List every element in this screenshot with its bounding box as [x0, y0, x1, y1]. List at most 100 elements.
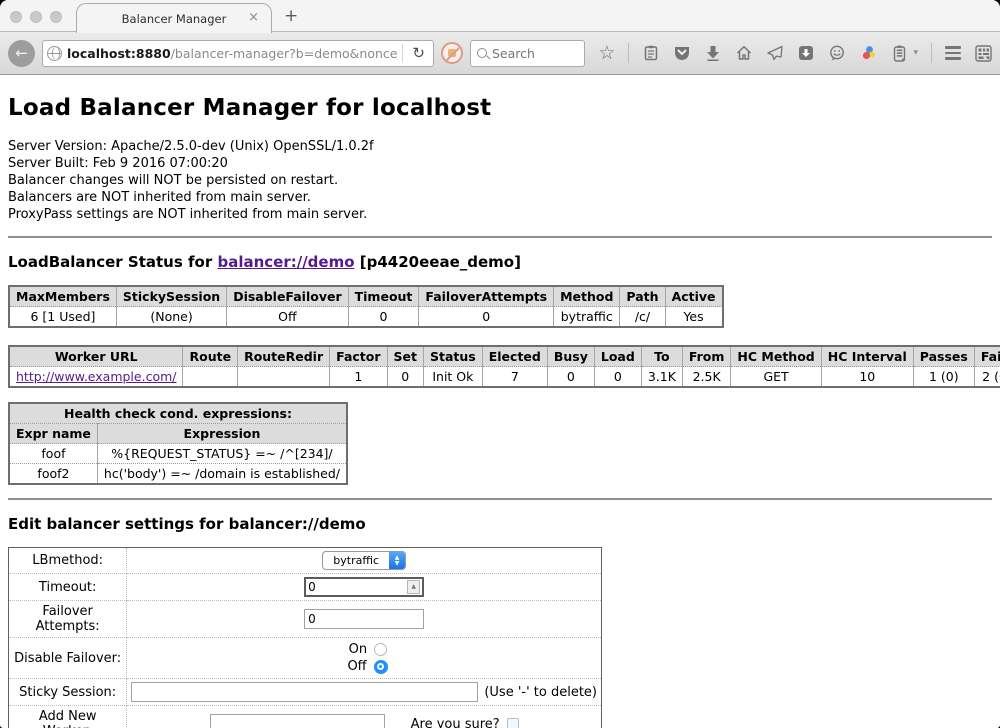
edit-balancer-form: LBmethod: bytraffic ▲▼ Timeout: 0 ▲ [8, 547, 602, 728]
search-bar[interactable] [470, 40, 585, 67]
balancer-status-table: MaxMembers StickySession DisableFailover… [8, 285, 724, 328]
url-text[interactable]: localhost:8880/balancer-manager?b=demo&n… [67, 46, 397, 61]
failover-on-radio[interactable] [374, 643, 387, 656]
tab-close-icon[interactable]: × [248, 11, 259, 24]
home-icon[interactable] [735, 44, 753, 62]
col-worker-url: Worker URL [9, 346, 183, 367]
add-worker-input[interactable] [210, 714, 385, 728]
cell-set: 0 [387, 367, 423, 388]
cell-active: Yes [665, 307, 722, 328]
cell-passes: 1 (0) [913, 367, 974, 388]
tab-grid-icon[interactable] [974, 44, 992, 62]
navigation-toolbar: ← localhost:8880/balancer-manager?b=demo… [0, 32, 1000, 75]
form-row-sticky-session: Sticky Session: (Use '-' to delete) [9, 679, 602, 706]
menu-hamburger-icon[interactable] [945, 46, 961, 60]
lbmethod-selected-value: bytraffic [323, 554, 389, 567]
col-active: Active [665, 286, 722, 307]
number-spinner-icon[interactable]: ▲ [407, 580, 420, 594]
cell-failoverattempts: 0 [419, 307, 554, 328]
page-title: Load Balancer Manager for localhost [8, 95, 992, 121]
cell-from: 2.5K [682, 367, 731, 388]
url-bar[interactable]: localhost:8880/balancer-manager?b=demo&n… [42, 40, 434, 67]
lbmethod-select[interactable]: bytraffic ▲▼ [322, 551, 406, 570]
add-worker-label: Add New Worker: [9, 706, 127, 728]
balancer-demo-link[interactable]: balancer://demo [217, 253, 354, 271]
downloads-arrow-icon[interactable] [704, 44, 722, 62]
col-from: From [682, 346, 731, 367]
cell-worker-url: http://www.example.com/ [9, 367, 183, 388]
download-extension-icon[interactable] [797, 44, 815, 62]
color-dots-extension-icon[interactable] [859, 44, 877, 62]
reading-list-clipboard-icon[interactable] [642, 44, 660, 62]
failover-off-radio[interactable] [374, 660, 388, 674]
window-controls [10, 11, 62, 23]
table-header-row: Expr name Expression [9, 424, 347, 444]
table-header-row: Worker URL Route RouteRedir Factor Set S… [9, 346, 1000, 367]
server-built-line: Server Built: Feb 9 2016 07:00:20 [8, 155, 992, 172]
timeout-label: Timeout: [9, 574, 127, 601]
close-window-button[interactable] [10, 11, 22, 23]
timeout-value: 0 [308, 580, 407, 594]
bookmark-star-icon[interactable]: ☆ [598, 44, 615, 62]
timeout-input[interactable]: 0 ▲ [304, 577, 424, 597]
send-plane-icon[interactable] [766, 44, 784, 62]
back-icon: ← [15, 44, 28, 62]
col-elected: Elected [482, 346, 547, 367]
tab-balancer-manager[interactable]: Balancer Manager × [76, 3, 272, 33]
sticky-session-hint: (Use '-' to delete) [484, 685, 597, 700]
url-divider [402, 44, 403, 62]
radio-off-label: Off [341, 658, 367, 675]
cell-busy: 0 [547, 367, 594, 388]
cell-status: Init Ok [424, 367, 483, 388]
worker-row: http://www.example.com/ 1 0 Init Ok 7 0 … [9, 367, 1000, 388]
cell-routeredir [238, 367, 330, 388]
cell-hc-method: GET [731, 367, 821, 388]
lbmethod-label: LBmethod: [9, 548, 127, 574]
table-row: 6 [1 Used] (None) Off 0 0 bytraffic /c/ … [9, 307, 723, 328]
table-header-row: MaxMembers StickySession DisableFailover… [9, 286, 723, 307]
feedback-smiley-icon[interactable] [828, 44, 846, 62]
confirm-group: Are you sure? [411, 717, 519, 728]
health-row: foof %{REQUEST_STATUS} =~ /^[234]/ [9, 444, 347, 464]
maximize-window-button[interactable] [50, 11, 62, 23]
sticky-session-input[interactable] [131, 682, 478, 702]
col-load: Load [594, 346, 641, 367]
form-row-timeout: Timeout: 0 ▲ [9, 574, 602, 601]
are-you-sure-checkbox[interactable] [507, 718, 519, 728]
section-divider [8, 498, 992, 500]
cell-factor: 1 [330, 367, 387, 388]
proxypass-note-line: ProxyPass settings are NOT inherited fro… [8, 206, 992, 223]
clipboard-battery-extension-icon[interactable] [890, 44, 908, 62]
col-route: Route [183, 346, 238, 367]
new-tab-button[interactable]: + [284, 8, 298, 25]
browser-window: Balancer Manager × + ← localhost:8880/ba… [0, 0, 1000, 728]
toolbar-icons: ☆ [598, 43, 992, 63]
status-heading-suffix: [p4420eeae_demo] [355, 253, 521, 271]
edit-section-heading: Edit balancer settings for balancer://de… [8, 515, 992, 533]
col-timeout: Timeout [348, 286, 419, 307]
search-icon [477, 48, 487, 58]
col-expression: Expression [97, 424, 347, 444]
status-section-heading: LoadBalancer Status for balancer://demo … [8, 253, 992, 271]
form-row-add-worker: Add New Worker: Are you sure? [9, 706, 602, 728]
col-expr-name: Expr name [9, 424, 97, 444]
content-blocked-icon[interactable] [441, 42, 463, 64]
col-failoverattempts: FailoverAttempts [419, 286, 554, 307]
minimize-window-button[interactable] [30, 11, 42, 23]
site-identity-globe-icon[interactable] [47, 46, 62, 61]
url-host: localhost:8880 [67, 46, 171, 61]
health-title-row: Health check cond. expressions: [9, 403, 347, 424]
cell-path: /c/ [620, 307, 665, 328]
cell-expression: %{REQUEST_STATUS} =~ /^[234]/ [97, 444, 347, 464]
pocket-icon[interactable] [673, 44, 691, 62]
back-button[interactable]: ← [8, 40, 35, 67]
health-check-table: Health check cond. expressions: Expr nam… [8, 402, 348, 485]
tab-title: Balancer Manager [122, 12, 227, 26]
search-input[interactable] [492, 46, 578, 61]
extension-dropdown-caret-icon[interactable]: ▾ [913, 48, 918, 58]
url-path: /balancer-manager?b=demo&nonce=decc37be-… [171, 46, 398, 61]
cell-hc-interval: 10 [821, 367, 913, 388]
worker-url-link[interactable]: http://www.example.com/ [16, 369, 176, 384]
failover-attempts-input[interactable] [304, 609, 424, 629]
reload-button[interactable]: ↻ [408, 44, 429, 62]
